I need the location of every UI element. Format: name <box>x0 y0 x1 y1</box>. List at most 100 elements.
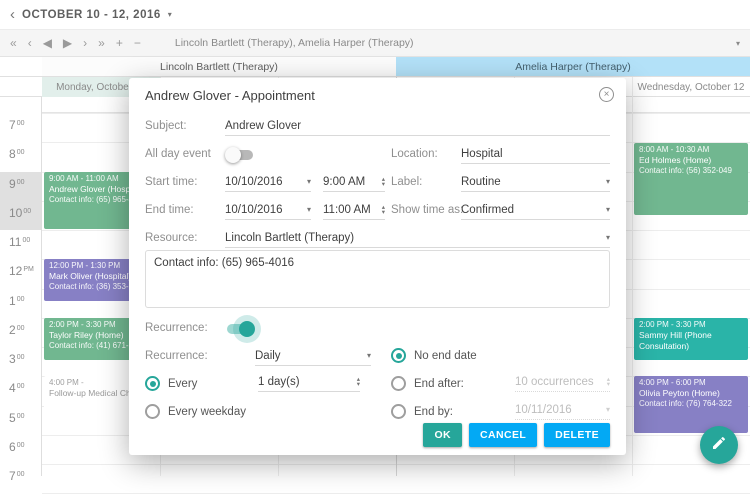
caret-down-icon[interactable]: ▾ <box>307 205 311 214</box>
caret-down-icon[interactable]: ▾ <box>606 177 610 186</box>
no-end-date-radio[interactable] <box>391 348 406 363</box>
appointment-sammy-hill[interactable]: 2:00 PM - 3:30 PM Sammy Hill (Phone Cons… <box>634 318 748 360</box>
cancel-button[interactable]: CANCEL <box>469 423 537 447</box>
repeat-interval-spinner[interactable]: 1 day(s) ▴▾ <box>258 372 360 392</box>
time-label: 800 <box>0 142 41 171</box>
description-textarea[interactable]: Contact info: (65) 965-4016 <box>145 250 610 308</box>
date-navigator: ‹ OCTOBER 10 - 12, 2016 ▾ <box>0 0 750 30</box>
resource-value: Lincoln Bartlett (Therapy) <box>225 232 354 244</box>
no-end-date-label: No end date <box>414 350 477 362</box>
appointment-olivia-peyton[interactable]: 4:00 PM - 6:00 PM Olivia Peyton (Home) C… <box>634 376 748 433</box>
end-after-occurrences-input[interactable]: 10 occurrences▴▾ <box>515 372 610 392</box>
toolbar-icons: « ‹ ◀ ▶ › » +− <box>10 37 141 49</box>
appointment-title: Ed Holmes (Home) <box>639 155 744 166</box>
recurrence-frequency-select[interactable]: Daily▾ <box>255 346 371 366</box>
time-label: 500 <box>0 406 41 435</box>
end-time-value: 11:00 AM <box>323 204 371 216</box>
location-label: Location: <box>391 148 438 160</box>
prev-page-icon[interactable]: ‹ <box>28 37 32 49</box>
repeat-interval-value: 1 day(s) <box>258 376 300 388</box>
go-to-last-icon[interactable]: » <box>98 37 105 49</box>
subject-field[interactable]: Andrew Glover <box>225 116 610 136</box>
time-label: 100 <box>0 289 41 318</box>
caret-down-icon[interactable]: ▾ <box>606 205 610 214</box>
time-label: 1000 <box>0 201 41 230</box>
spin-arrows-icon[interactable]: ▴▾ <box>357 377 360 387</box>
chevron-left-icon[interactable]: ‹ <box>10 7 15 22</box>
subject-value: Andrew Glover <box>225 120 301 132</box>
delete-button[interactable]: DELETE <box>544 423 610 447</box>
resource-header-amelia[interactable]: Amelia Harper (Therapy) <box>396 57 750 77</box>
zoom-in-icon[interactable]: + <box>116 37 123 49</box>
subject-label: Subject: <box>145 120 187 132</box>
end-after-occurrences-value: 10 occurrences <box>515 376 594 388</box>
zoom-out-icon[interactable]: − <box>134 37 141 49</box>
time-label: 700 <box>0 464 41 493</box>
resources-summary: Lincoln Bartlett (Therapy), Amelia Harpe… <box>175 37 414 49</box>
time-label: 600 <box>0 435 41 464</box>
go-to-first-icon[interactable]: « <box>10 37 17 49</box>
resource-label: Amelia Harper (Therapy) <box>515 61 631 73</box>
caret-down-icon[interactable]: ▾ <box>606 233 610 242</box>
end-after-radio[interactable] <box>391 376 406 391</box>
scheduler-toolbar: « ‹ ◀ ▶ › » +− Lincoln Bartlett (Therapy), Ame… <box>0 30 750 57</box>
edit-pencil-icon <box>711 435 727 456</box>
appointment-contact: Contact info: (76) 764-322 <box>639 399 744 409</box>
start-time-value: 9:00 AM <box>323 176 365 188</box>
appointment-dialog: Andrew Glover - Appointment × Subject: A… <box>129 78 626 455</box>
end-by-radio[interactable] <box>391 404 406 419</box>
all-day-label: All day event <box>145 148 211 160</box>
resource-label: Lincoln Bartlett (Therapy) <box>160 61 278 73</box>
label-select[interactable]: Routine ▾ <box>461 172 610 192</box>
spin-arrows-icon[interactable]: ▴▾ <box>382 177 385 187</box>
step-forward-icon[interactable]: ▶ <box>63 37 72 49</box>
appointment-title: Sammy Hill (Phone Consultation) <box>639 330 744 352</box>
appointment-time: 4:00 PM - 6:00 PM <box>639 378 744 388</box>
next-page-icon[interactable]: › <box>83 37 87 49</box>
end-after-label: End after: <box>414 378 464 390</box>
resource-header-lincoln[interactable]: Lincoln Bartlett (Therapy) <box>42 57 396 77</box>
all-day-toggle[interactable] <box>227 150 253 160</box>
spin-arrows-icon[interactable]: ▴▾ <box>382 205 385 215</box>
end-time-label: End time: <box>145 204 194 216</box>
end-date-value: 10/10/2016 <box>225 204 283 216</box>
time-column: 7008009001000110012PM1002003004005006007… <box>0 97 42 476</box>
repeat-every-radio[interactable] <box>145 376 160 391</box>
toggle-knob <box>239 321 255 337</box>
caret-down-icon[interactable]: ▾ <box>367 351 371 360</box>
date-range-label[interactable]: OCTOBER 10 - 12, 2016 <box>22 9 161 21</box>
show-time-as-value: Confirmed <box>461 204 514 216</box>
end-by-date-input[interactable]: 10/11/2016▾ <box>515 400 610 420</box>
appointment-ed-holmes[interactable]: 8:00 AM - 10:30 AM Ed Holmes (Home) Cont… <box>634 143 748 215</box>
appointment-time: 2:00 PM - 3:30 PM <box>639 320 744 330</box>
column-divider <box>632 77 633 476</box>
label-label: Label: <box>391 176 422 188</box>
toggle-knob <box>225 147 241 163</box>
show-time-as-select[interactable]: Confirmed ▾ <box>461 200 610 220</box>
end-time-spinner[interactable]: 11:00 AM ▴▾ <box>323 200 385 220</box>
appointment-contact: Contact info: (56) 352-049 <box>639 166 744 176</box>
location-value: Hospital <box>461 148 503 160</box>
close-icon[interactable]: × <box>599 87 614 102</box>
start-date-select[interactable]: 10/10/2016▾ <box>225 172 311 192</box>
start-time-spinner[interactable]: 9:00 AM ▴▾ <box>323 172 385 192</box>
caret-down-icon[interactable]: ▾ <box>307 177 311 186</box>
location-field[interactable]: Hospital <box>461 144 610 164</box>
end-by-label: End by: <box>414 406 453 418</box>
caret-down-icon[interactable]: ▾ <box>168 10 172 19</box>
resource-label: Resource: <box>145 232 197 244</box>
day-header-wednesday[interactable]: Wednesday, October 12 <box>632 77 750 97</box>
label-value: Routine <box>461 176 501 188</box>
recurrence-select-label: Recurrence: <box>145 350 208 362</box>
step-back-icon[interactable]: ◀ <box>43 37 52 49</box>
end-date-select[interactable]: 10/10/2016 ▾ <box>225 200 311 220</box>
resources-dropdown-icon[interactable]: ▾ <box>736 39 740 48</box>
new-appointment-fab[interactable] <box>700 426 738 464</box>
recurrence-toggle[interactable] <box>227 324 253 334</box>
appointment-title: Olivia Peyton (Home) <box>639 388 744 399</box>
resource-select[interactable]: Lincoln Bartlett (Therapy) ▾ <box>225 228 610 248</box>
time-label: 900 <box>0 172 41 201</box>
ok-button[interactable]: OK <box>423 423 462 447</box>
every-weekday-radio[interactable] <box>145 404 160 419</box>
dialog-title: Andrew Glover - Appointment <box>145 88 315 103</box>
